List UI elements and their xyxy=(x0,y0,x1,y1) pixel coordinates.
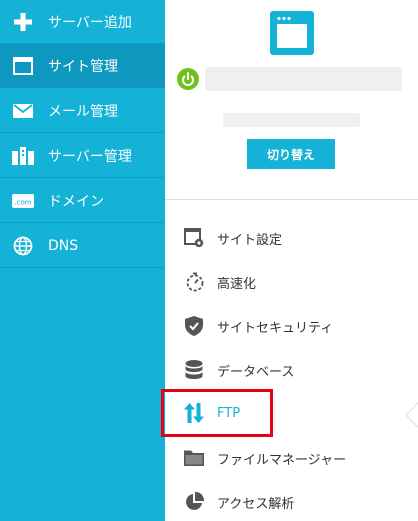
browser-window-icon xyxy=(270,11,314,55)
sidebar-item-label: サーバー追加 xyxy=(48,14,132,31)
shield-check-icon xyxy=(183,315,205,337)
globe-icon xyxy=(12,235,34,257)
menu-item-site-security[interactable]: サイトセキュリティ xyxy=(183,309,418,343)
envelope-icon xyxy=(12,100,34,122)
sidebar-item-label: サイト管理 xyxy=(48,58,118,75)
plus-icon xyxy=(12,11,34,33)
sidebar-item-label: メール管理 xyxy=(48,103,118,120)
menu-item-label: サイト設定 xyxy=(217,232,283,248)
menu-item-database[interactable]: データベース xyxy=(183,353,418,387)
stopwatch-icon xyxy=(183,271,205,293)
site-settings-icon xyxy=(183,227,205,249)
browser-window-icon xyxy=(12,55,34,77)
sidebar-item-label: ドメイン xyxy=(48,193,104,210)
menu-item-label: FTP xyxy=(217,405,241,421)
sidebar-item-label: サーバー管理 xyxy=(48,148,132,165)
sidebar-item-server-management[interactable]: サーバー管理 xyxy=(0,134,165,178)
site-url-placeholder xyxy=(223,113,360,127)
sidebar-item-domain[interactable]: .com ドメイン xyxy=(0,179,165,223)
menu-item-speed-up[interactable]: 高速化 xyxy=(183,265,418,299)
divider xyxy=(165,199,418,200)
menu-item-label: アクセス解析 xyxy=(217,496,295,512)
menu-item-access-analytics[interactable]: アクセス解析 xyxy=(183,485,418,519)
domain-tag-icon: .com xyxy=(12,190,34,212)
edge-notch-inner xyxy=(407,403,418,427)
sidebar-item-mail-management[interactable]: メール管理 xyxy=(0,89,165,133)
database-icon xyxy=(183,359,205,381)
site-menu-panel: 切り替え サイト設定 高速化 サイトセキュリティ データベース FTP ファイル… xyxy=(165,0,418,521)
menu-item-ftp[interactable]: FTP xyxy=(183,396,418,430)
server-icon xyxy=(12,145,34,167)
domain-tag-text: .com xyxy=(14,198,31,206)
site-name-placeholder xyxy=(205,67,402,91)
transfer-arrows-icon xyxy=(183,402,205,424)
sidebar-item-dns[interactable]: DNS xyxy=(0,224,165,268)
sidebar-item-add-server[interactable]: サーバー追加 xyxy=(0,0,165,44)
power-icon xyxy=(177,68,199,90)
menu-item-label: 高速化 xyxy=(217,276,257,292)
menu-item-label: ファイルマネージャー xyxy=(217,452,347,468)
sidebar: サーバー追加 サイト管理 メール管理 サーバー管理 .com ドメイン DNS xyxy=(0,0,165,521)
sidebar-item-site-management[interactable]: サイト管理 xyxy=(0,44,165,88)
menu-item-label: データベース xyxy=(217,364,295,380)
pie-chart-icon xyxy=(183,491,205,513)
menu-item-file-manager[interactable]: ファイルマネージャー xyxy=(183,441,418,475)
menu-item-site-settings[interactable]: サイト設定 xyxy=(183,221,418,255)
sidebar-item-label: DNS xyxy=(48,237,79,254)
menu-item-label: サイトセキュリティ xyxy=(217,320,334,336)
switch-button[interactable]: 切り替え xyxy=(247,139,335,169)
folder-icon xyxy=(183,447,205,469)
